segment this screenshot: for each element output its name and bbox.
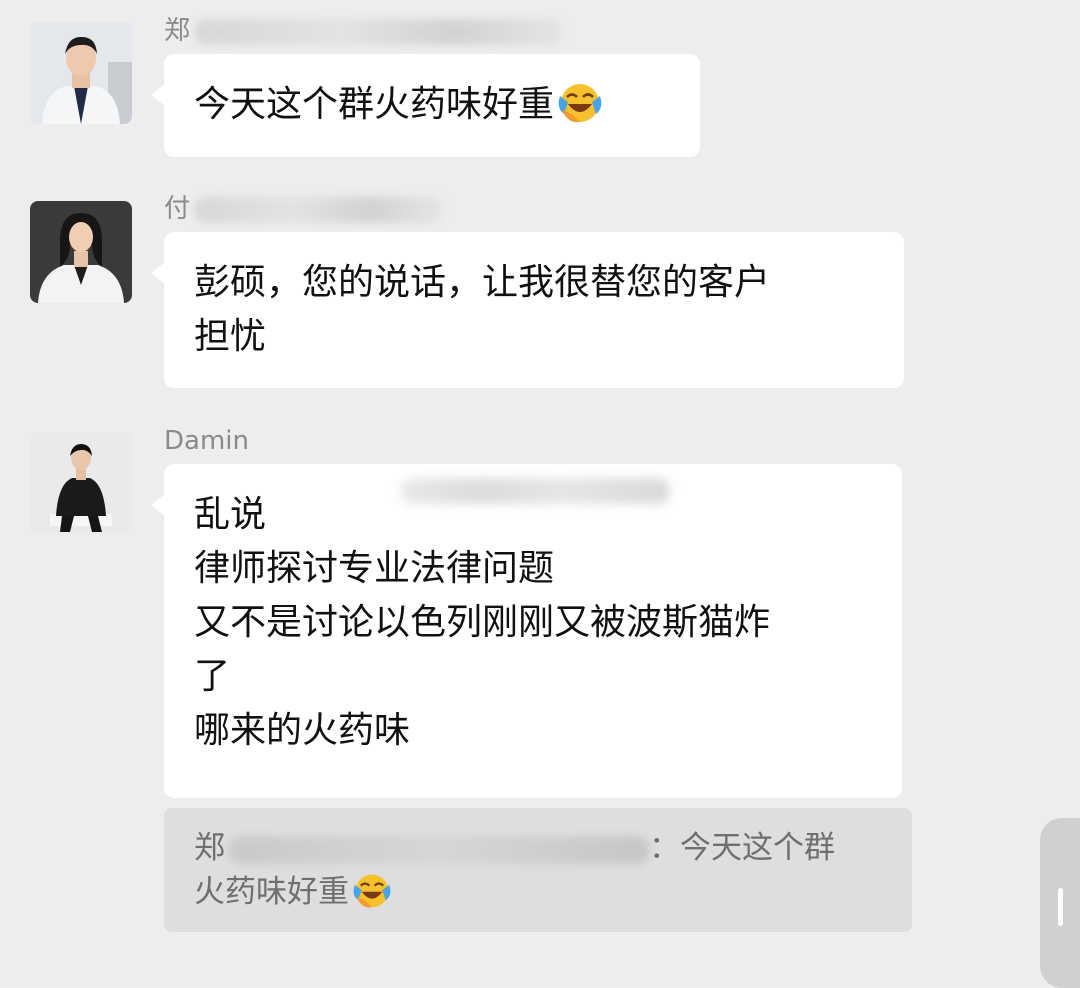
avatar-sender-3[interactable] xyxy=(30,432,132,534)
quote-separator: ： xyxy=(649,830,680,866)
quote-line-2: 火药味好重 xyxy=(194,870,882,914)
blurred-name xyxy=(194,196,445,223)
quote-text: 今天这个群 xyxy=(680,830,835,866)
sender-name-2: 付 xyxy=(164,192,445,226)
face-with-tears-of-joy-icon xyxy=(558,84,602,123)
quote-text: 火药味好重 xyxy=(194,874,349,910)
message-text: 今天这个群火药味好重 xyxy=(194,84,555,125)
scroll-grip-icon xyxy=(1058,888,1063,926)
sender-name-text: 郑 xyxy=(164,16,191,46)
message-text-line: 了 xyxy=(194,656,231,697)
scroll-handle[interactable] xyxy=(1040,818,1080,988)
quote-sender: 郑 xyxy=(194,830,225,866)
message-text-line: 哪来的火药味 xyxy=(194,710,411,751)
face-with-tears-of-joy-icon xyxy=(353,874,391,908)
message-bubble-2[interactable]: 彭硕，您的说话，让我很替您的客户 担忧 xyxy=(151,232,904,388)
sender-name-1: 郑 xyxy=(164,14,565,48)
avatar-man-suit-icon xyxy=(30,22,132,124)
blurred-name xyxy=(229,835,649,864)
avatar-woman-white-blazer-icon xyxy=(30,201,132,303)
message-text-line: 彭硕，您的说话，让我很替您的客户 xyxy=(194,262,771,303)
avatar-sender-1[interactable] xyxy=(30,22,132,124)
avatar-sender-2[interactable] xyxy=(30,201,132,303)
message-text-line: 又不是讨论以色列刚刚又被波斯猫炸 xyxy=(194,602,771,643)
quoted-message[interactable]: 郑 ：今天这个群 火药味好重 xyxy=(164,808,912,932)
blurred-name xyxy=(194,18,565,45)
avatar-man-black-suit-seated-icon xyxy=(30,432,132,534)
message-text-line: 担忧 xyxy=(194,316,267,357)
blurred-overlay xyxy=(400,478,670,504)
sender-name-text: 付 xyxy=(164,194,191,224)
message-bubble-3[interactable]: 乱说 律师探讨专业法律问题 又不是讨论以色列刚刚又被波斯猫炸 了 哪来的火药味 xyxy=(151,464,902,798)
sender-name-3: Damin xyxy=(164,426,249,456)
quote-line-1: 郑 ：今天这个群 xyxy=(194,826,882,870)
message-text-line: 今天这个群火药味好重 xyxy=(194,78,670,132)
message-bubble-1[interactable]: 今天这个群火药味好重 xyxy=(151,54,700,157)
message-text-line: 律师探讨专业法律问题 xyxy=(194,548,555,589)
